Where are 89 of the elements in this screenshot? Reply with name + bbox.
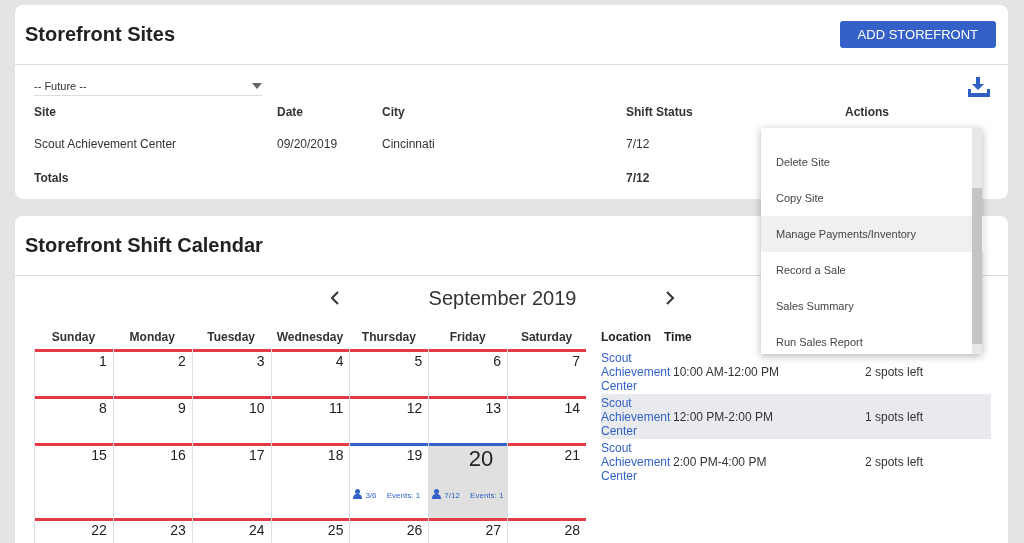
- menu-item[interactable]: Run Sales Report: [761, 324, 986, 360]
- column-header: Location: [601, 330, 652, 344]
- day-number: 12: [406, 400, 423, 416]
- events-count: Events: 1: [386, 491, 421, 500]
- month-title: September 2019: [428, 286, 577, 310]
- location-link[interactable]: Scout Achievement Center: [601, 350, 673, 393]
- menu-item[interactable]: Record a Sale: [761, 252, 986, 288]
- menu-item[interactable]: Sales Summary: [761, 288, 986, 324]
- weekday-header: Sunday: [50, 330, 97, 346]
- events-count: Events: 1: [470, 491, 504, 500]
- weekday-header: Friday: [448, 330, 487, 346]
- day-number: 11: [328, 400, 344, 416]
- table-cell-text: 7/12: [626, 136, 650, 153]
- column-header: Time: [664, 330, 692, 344]
- day-number: 9: [177, 400, 186, 416]
- shift-row[interactable]: Scout Achievement Center 12:00 PM-2:00 PM 1 spots left: [601, 394, 991, 439]
- day-cell[interactable]: 27: [428, 518, 508, 543]
- day-number: 17: [249, 447, 265, 463]
- weekday-header: Saturday: [519, 330, 574, 346]
- shift-time: 12:00 PM-2:00 PM: [673, 409, 775, 424]
- location-link[interactable]: Scout Achievement Center: [601, 395, 673, 438]
- day-number: 6: [493, 353, 502, 369]
- chevron-left-icon[interactable]: [329, 291, 339, 305]
- person-icon: [432, 489, 442, 499]
- day-number: 20: [468, 446, 494, 471]
- day-cell[interactable]: 28: [507, 518, 586, 543]
- shift-count: 7/12: [444, 491, 460, 500]
- day-number: 5: [414, 353, 423, 369]
- menu-item[interactable]: Copy Site: [761, 180, 986, 216]
- caret-icon: [252, 83, 262, 89]
- add-storefront-button[interactable]: ADD STOREFRONT: [839, 21, 996, 48]
- totals-value: 7/12: [626, 170, 650, 187]
- person-icon: [353, 489, 363, 499]
- day-number: 14: [564, 400, 580, 416]
- day-cell[interactable]: 25: [270, 518, 350, 543]
- shift-time: 2:00 PM-4:00 PM: [673, 454, 768, 469]
- table-cell-text: Cincinnati: [382, 136, 435, 153]
- download-icon[interactable]: [968, 77, 990, 97]
- card-title: Storefront Shift Calendar: [25, 234, 263, 257]
- day-cell[interactable]: 23: [112, 518, 192, 543]
- column-header: Actions: [845, 104, 889, 121]
- weekday-header: Thursday: [360, 330, 417, 346]
- shift-count: 3/6: [365, 491, 377, 500]
- weekday-header: Monday: [128, 330, 176, 346]
- day-number: 27: [485, 522, 502, 538]
- card-title: Storefront Sites: [25, 23, 176, 46]
- shift-row[interactable]: Scout Achievement Center 2:00 PM-4:00 PM 2 spots left: [601, 439, 991, 484]
- table-cell-text: 09/20/2019: [277, 136, 338, 153]
- day-cell[interactable]: 20 7/12 Events: 1: [428, 443, 508, 518]
- menu-item[interactable]: Delete Site: [761, 144, 986, 180]
- day-number: 1: [99, 353, 107, 369]
- day-number: 23: [170, 522, 186, 538]
- column-header: Site: [34, 104, 56, 121]
- day-number: 21: [564, 447, 580, 463]
- day-number: 16: [170, 447, 186, 463]
- day-number: 18: [327, 447, 344, 463]
- day-number: 28: [564, 522, 580, 538]
- totals-label: Totals: [34, 170, 69, 187]
- day-number: 19: [406, 447, 423, 463]
- filter-dropdown[interactable]: -- Future --: [34, 78, 262, 96]
- chevron-right-icon[interactable]: [666, 291, 676, 305]
- column-header: Shift Status: [626, 104, 693, 121]
- day-number: 8: [99, 400, 107, 416]
- column-header: City: [382, 104, 405, 121]
- table-cell-text: Scout Achievement Center: [34, 136, 177, 153]
- day-number: 15: [91, 447, 107, 463]
- spots-left: 2 spots left: [865, 364, 924, 379]
- weekday-header: Wednesday: [275, 330, 345, 346]
- scrollbar-thumb[interactable]: [972, 188, 982, 344]
- day-cell[interactable]: 24: [191, 518, 271, 543]
- day-number: 3: [256, 353, 265, 369]
- column-header: Date: [277, 104, 303, 121]
- day-number: 24: [249, 522, 265, 538]
- spots-left: 2 spots left: [865, 454, 924, 469]
- weekday-header: Tuesday: [206, 330, 257, 346]
- location-link[interactable]: Scout Achievement Center: [601, 440, 673, 483]
- day-cell[interactable]: 22: [34, 518, 113, 543]
- day-number: 2: [177, 353, 186, 369]
- day-number: 22: [91, 522, 107, 538]
- spots-left: 1 spots left: [865, 409, 924, 424]
- day-number: 10: [249, 400, 265, 416]
- day-cell[interactable]: 26: [349, 518, 429, 543]
- day-number: 4: [335, 353, 344, 369]
- day-number: 25: [327, 522, 344, 538]
- menu-item[interactable]: Manage Payments/Inventory: [761, 216, 986, 252]
- shift-time: 10:00 AM-12:00 PM: [673, 364, 781, 379]
- day-number: 7: [572, 353, 580, 369]
- day-number: 13: [485, 400, 502, 416]
- day-number: 26: [406, 522, 423, 538]
